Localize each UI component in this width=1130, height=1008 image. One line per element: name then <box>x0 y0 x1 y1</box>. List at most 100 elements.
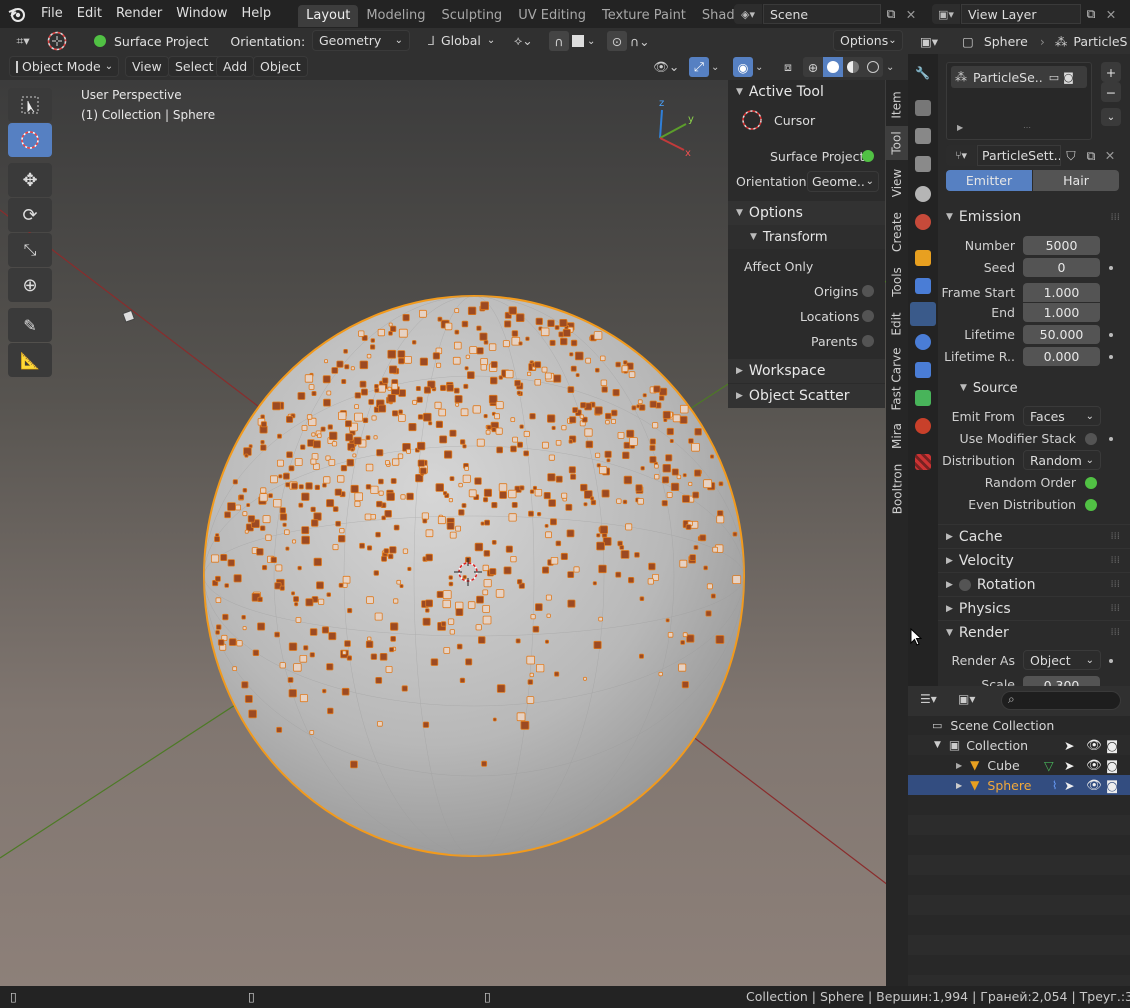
render-as-keyframe-dot[interactable] <box>1109 659 1113 663</box>
select-box-tool[interactable] <box>8 88 52 122</box>
rotate-tool[interactable]: ⟳ <box>8 198 52 232</box>
velocity-section[interactable]: ▶ Velocity ⁞⁞⁞ <box>938 548 1130 572</box>
surface-project-toggle[interactable] <box>862 150 874 162</box>
new-scene-icon[interactable]: ⧉ <box>881 4 901 24</box>
snap-toggle-icon[interactable]: ∩ <box>549 31 569 51</box>
scale-tool[interactable]: ⤡ <box>8 233 52 267</box>
orientation-dropdown[interactable]: Geome.. ⌄ <box>807 171 879 192</box>
transform-orientation-dropdown[interactable]: ⅃ Global ⌄ <box>428 30 510 51</box>
render-section[interactable]: ▼ Render ⁞⁞⁞ <box>938 620 1130 644</box>
workspace-tab-texture-paint[interactable]: Texture Paint <box>594 5 694 27</box>
menu-edit[interactable]: Edit <box>70 0 109 28</box>
view-layer-tab-icon[interactable] <box>915 156 931 172</box>
type-hair-button[interactable]: Hair <box>1033 170 1119 191</box>
workspace-tab-layout[interactable]: Layout <box>298 4 359 27</box>
origins-toggle[interactable] <box>862 285 874 297</box>
drag-handle-icon[interactable]: ⁞⁞⁞ <box>1110 555 1120 566</box>
tab-item[interactable]: Item <box>886 86 908 124</box>
particle-system-list[interactable]: ⁂ ParticleSe.. ▭ ◙ ▶ ⋯ <box>946 62 1092 140</box>
menu-object[interactable]: Object <box>253 56 308 77</box>
render-as-dropdown[interactable]: Object ⌄ <box>1023 650 1101 670</box>
drag-handle-icon[interactable]: ⁞⁞⁞ <box>1110 627 1120 638</box>
view-layer-field[interactable]: View Layer <box>961 4 1081 24</box>
options-dropdown[interactable]: Options ⌄ <box>833 30 903 51</box>
visibility-eye-icon[interactable]: 👁 <box>1086 737 1102 753</box>
drag-handle-icon[interactable]: ⁞⁞⁞ <box>1110 531 1120 542</box>
tab-view[interactable]: View <box>886 163 908 203</box>
snap-element-dropdown[interactable]: ⌄ <box>572 31 602 51</box>
object-tab-icon[interactable] <box>915 250 931 266</box>
selectable-icon[interactable]: ➤ <box>1064 758 1074 773</box>
expand-arrow-icon[interactable]: ▶ <box>956 761 962 770</box>
workspace-section[interactable]: ▶ Workspace <box>728 359 885 383</box>
mode-dropdown[interactable]: Object Mode ⌄ <box>9 56 119 77</box>
editor-type-icon[interactable]: ☰▾ <box>920 692 937 706</box>
even-distribution-toggle[interactable] <box>1085 499 1097 511</box>
cursor-tool[interactable] <box>8 123 52 157</box>
menu-help[interactable]: Help <box>235 0 279 28</box>
overlays-dropdown[interactable]: ⌄ <box>755 57 769 77</box>
source-subsection[interactable]: ▼ Source <box>938 376 1130 400</box>
distribution-dropdown[interactable]: Random ⌄ <box>1023 450 1101 470</box>
remove-particle-system-button[interactable]: − <box>1101 82 1121 102</box>
new-view-layer-icon[interactable]: ⧉ <box>1081 4 1101 24</box>
number-field[interactable]: 5000 <box>1023 236 1100 255</box>
world-tab-icon[interactable] <box>915 214 931 230</box>
shading-wireframe-button[interactable]: ⊕ <box>803 57 823 77</box>
menu-add[interactable]: Add <box>216 56 255 77</box>
use-modifier-stack-keyframe-dot[interactable] <box>1109 437 1113 441</box>
annotate-tool[interactable]: ✎ <box>8 308 52 342</box>
cursor-tool-icon[interactable] <box>42 30 72 52</box>
particles-tab-icon[interactable] <box>910 302 936 326</box>
monitor-icon[interactable]: ▭ <box>1049 71 1059 84</box>
sphere-object[interactable] <box>203 295 745 857</box>
tool-tab-icon[interactable]: 🔧 <box>915 66 931 82</box>
tab-booltron[interactable]: Booltron <box>886 458 908 520</box>
xray-toggle[interactable]: ⧈ <box>778 57 798 77</box>
move-tool[interactable]: ✥ <box>8 163 52 197</box>
editor-type-icon[interactable]: ⌗▾ <box>4 30 42 52</box>
menu-view[interactable]: View <box>125 56 169 77</box>
tab-edit[interactable]: Edit <box>886 306 908 342</box>
selectable-icon[interactable]: ➤ <box>1064 738 1074 753</box>
duplicate-icon[interactable]: ⧉ <box>1081 148 1101 164</box>
seed-keyframe-dot[interactable] <box>1109 266 1113 270</box>
workspace-tab-uv-editing[interactable]: UV Editing <box>510 5 594 27</box>
tab-mira[interactable]: Mira <box>886 416 908 456</box>
render-tab-icon[interactable] <box>915 100 931 116</box>
visibility-eye-icon[interactable]: 👁 <box>1086 777 1102 793</box>
modifier-tab-icon[interactable] <box>915 278 931 294</box>
lifetime-random-keyframe-dot[interactable] <box>1109 355 1113 359</box>
rotation-toggle[interactable] <box>958 578 971 591</box>
visibility-eye-icon[interactable]: 👁 <box>1086 757 1102 773</box>
measure-tool[interactable]: 📐 <box>8 343 52 377</box>
active-tool-section[interactable]: ▼ Active Tool <box>728 80 885 104</box>
surface-project-toggle[interactable] <box>94 35 106 47</box>
shading-material-button[interactable] <box>843 57 863 77</box>
particle-system-item[interactable]: ⁂ ParticleSe.. ▭ ◙ <box>951 66 1087 88</box>
shading-rendered-button[interactable] <box>863 57 883 77</box>
tab-create[interactable]: Create <box>886 206 908 258</box>
resize-handle[interactable]: ⋯ <box>1023 123 1031 132</box>
delete-view-layer-icon[interactable]: ✕ <box>1101 4 1121 24</box>
menu-window[interactable]: Window <box>169 0 234 28</box>
cache-section[interactable]: ▶ Cache ⁞⁞⁞ <box>938 524 1130 548</box>
display-mode-icon[interactable]: ▣▾ <box>958 692 975 706</box>
fake-user-icon[interactable]: ⛉ <box>1061 148 1081 164</box>
proportional-edit-toggle[interactable]: ⊙ <box>607 31 627 51</box>
drag-handle-icon[interactable]: ⁞⁞⁞ <box>1110 212 1120 223</box>
expand-arrow-icon[interactable]: ▶ <box>956 781 962 790</box>
physics-tab-icon[interactable] <box>915 334 931 350</box>
particle-settings-name[interactable]: ParticleSett.. <box>977 145 1061 166</box>
transform-tool[interactable]: ⊕ <box>8 268 52 302</box>
end-field[interactable]: 1.000 <box>1023 303 1100 322</box>
constraints-tab-icon[interactable] <box>915 362 931 378</box>
scene-selector[interactable]: ◈▾ Scene ⧉ ✕ <box>734 3 926 25</box>
unlink-icon[interactable]: ✕ <box>1101 148 1119 163</box>
visibility-dropdown[interactable]: 👁⌄ <box>653 57 685 77</box>
editor-type-icon[interactable]: ▣▾ <box>920 34 948 49</box>
cube-object[interactable] <box>122 309 136 323</box>
collapse-arrow-icon[interactable]: ▼ <box>934 740 941 750</box>
pivot-point-dropdown[interactable]: ⟡⌄ <box>514 31 544 51</box>
render-camera-icon[interactable]: ◙ <box>1106 758 1118 773</box>
